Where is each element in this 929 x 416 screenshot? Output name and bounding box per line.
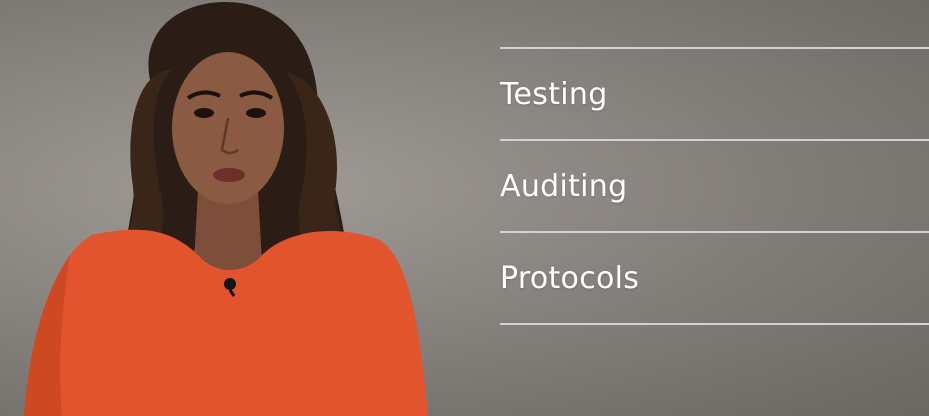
video-frame: Testing Auditing Protocols [0,0,929,416]
divider-2 [500,231,929,233]
topic-auditing: Auditing [500,168,628,204]
presenter-figure [24,2,428,416]
divider-1 [500,139,929,141]
topic-testing: Testing [500,76,608,112]
divider-top [500,47,929,49]
lapel-mic-icon [224,278,236,290]
divider-bottom [500,323,929,325]
mouth [213,168,245,182]
left-eye [194,108,214,118]
topic-list: Testing Auditing Protocols [500,47,929,325]
topic-protocols: Protocols [500,260,640,296]
right-eye [246,108,266,118]
